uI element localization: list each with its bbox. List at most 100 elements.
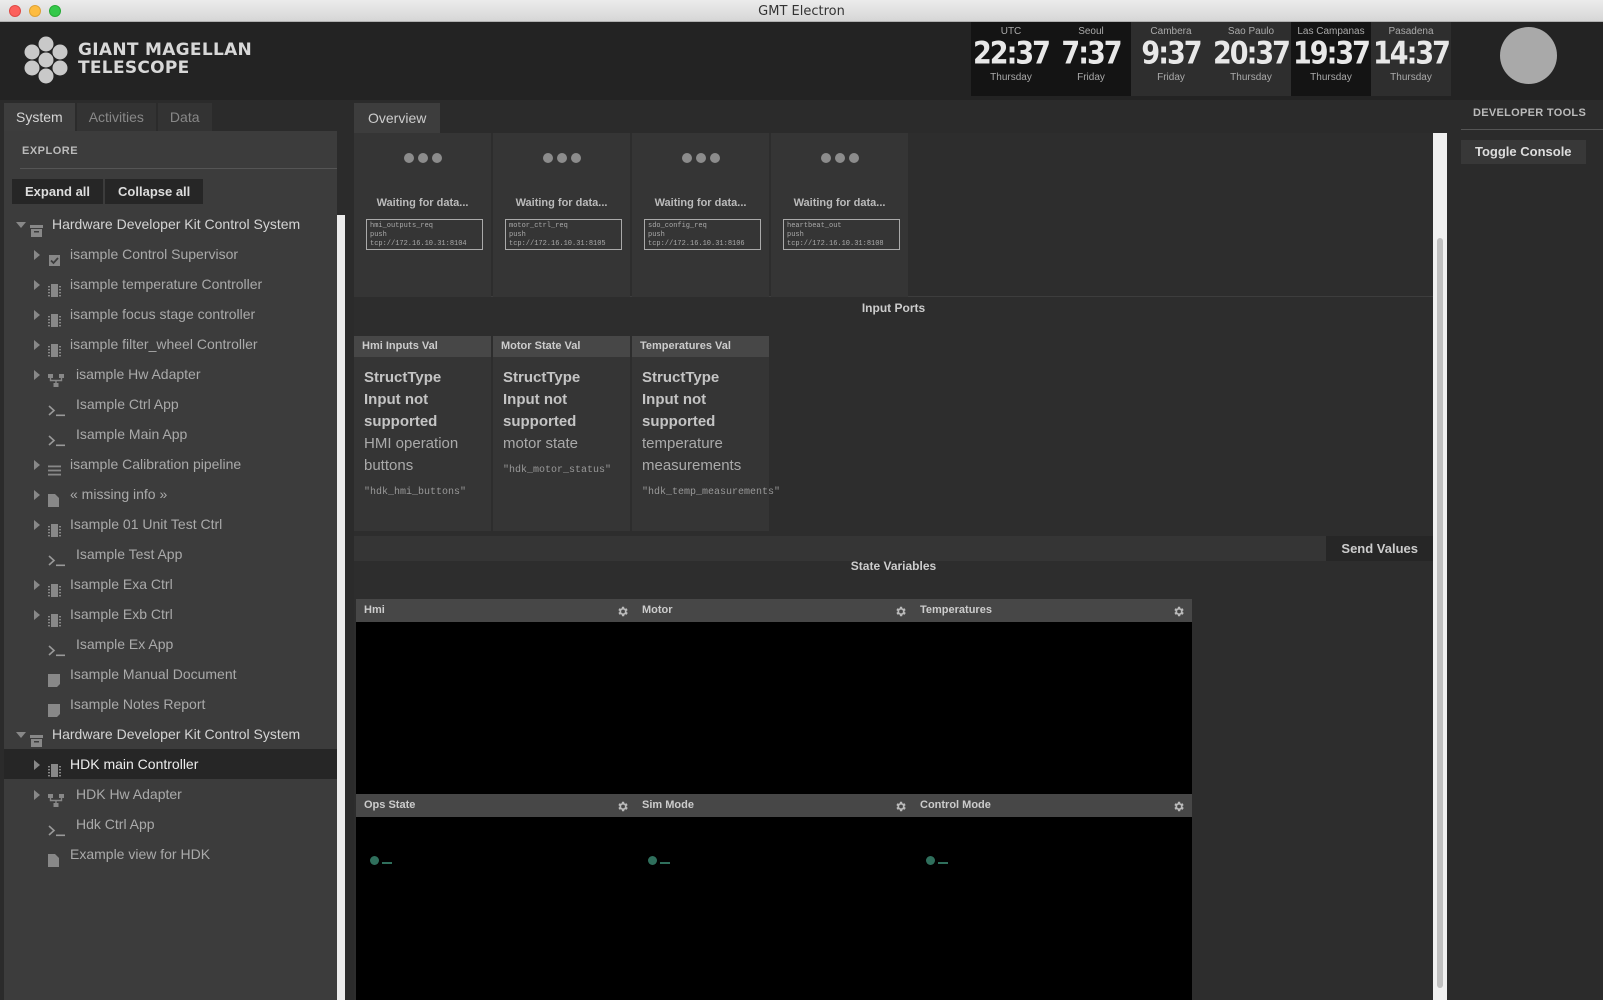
clock-time: 19:37 (1293, 35, 1371, 72)
status-led-icon (370, 856, 392, 865)
logo-line2: TELESCOPE (78, 58, 190, 78)
terminal-icon (48, 817, 65, 837)
tree-node[interactable]: isample Calibration pipeline (4, 449, 337, 479)
tree-node[interactable]: isample Control Supervisor (4, 239, 337, 269)
tab-overview[interactable]: Overview (354, 103, 441, 133)
tree-node-label: Isample Notes Report (70, 696, 206, 712)
tree-node[interactable]: Isample Main App (4, 419, 337, 449)
tab-system[interactable]: System (4, 103, 75, 131)
caret-down-icon[interactable] (16, 222, 26, 228)
tree-node[interactable]: isample temperature Controller (4, 269, 337, 299)
system-tree: Hardware Developer Kit Control System isa… (4, 209, 337, 869)
tree-node[interactable]: Isample Ctrl App (4, 389, 337, 419)
tree-node[interactable]: Example view for HDK (4, 839, 337, 869)
state-variable-header: Control Mode (912, 794, 1192, 817)
tab-activities[interactable]: Activities (76, 103, 156, 131)
collapse-all-button[interactable]: Collapse all (105, 179, 204, 204)
tree-node[interactable]: isample Hw Adapter (4, 359, 337, 389)
caret-right-icon[interactable] (34, 280, 40, 290)
caret-right-icon[interactable] (34, 250, 40, 260)
caret-right-icon[interactable] (34, 340, 40, 350)
gear-icon[interactable] (1172, 799, 1185, 812)
caret-right-icon[interactable] (34, 460, 40, 470)
left-scrollbar[interactable] (337, 215, 345, 1000)
tree-node[interactable]: Isample Exb Ctrl (4, 599, 337, 629)
tree-node[interactable]: Hdk Ctrl App (4, 809, 337, 839)
gear-icon[interactable] (616, 799, 629, 812)
tree-node[interactable]: isample filter_wheel Controller (4, 329, 337, 359)
caret-right-icon[interactable] (34, 490, 40, 500)
port-name: hmi_outputs_req (370, 222, 434, 230)
port-name: sdo_config_req (648, 222, 707, 230)
tree-node[interactable]: « missing info » (4, 479, 337, 509)
input-port-description: temperature (642, 435, 723, 452)
checkbox-icon (48, 247, 61, 266)
tree-node-label: Hardware Developer Kit Control System (52, 216, 301, 232)
tree-node[interactable]: isample focus stage controller (4, 299, 337, 329)
tree-node[interactable]: HDK Hw Adapter (4, 779, 337, 809)
caret-down-icon[interactable] (16, 732, 26, 738)
expand-all-button[interactable]: Expand all (12, 179, 104, 204)
gear-icon[interactable] (894, 604, 907, 617)
clock-las-campanas: Las Campanas 19:37 Thursday (1291, 22, 1371, 96)
input-port-note: Input not (503, 391, 568, 408)
input-port-note: supported (503, 413, 577, 430)
network-icon (48, 787, 64, 807)
tree-node[interactable]: HDK main Controller (4, 749, 337, 779)
output-ports: Waiting for data... hmi_outputs_req push tc… (354, 133, 1433, 297)
tree-root-node[interactable]: Hardware Developer Kit Control System (4, 209, 337, 239)
avatar[interactable] (1500, 27, 1557, 84)
gear-icon[interactable] (894, 799, 907, 812)
state-variable-body (912, 622, 1192, 794)
state-variable-panel: Motor (634, 599, 914, 794)
input-ports-title: Input Ports (861, 301, 926, 315)
chip-icon (48, 607, 61, 627)
input-port-type: StructType (642, 369, 720, 386)
tree-node[interactable]: Isample Manual Document (4, 659, 337, 689)
port-mode: push (370, 231, 387, 239)
caret-right-icon[interactable] (34, 520, 40, 530)
clock-time: 7:37 (1061, 35, 1122, 72)
output-port-card: Waiting for data... hmi_outputs_req push tc… (354, 133, 491, 297)
gear-icon[interactable] (1172, 604, 1185, 617)
tree-node-label: Isample Manual Document (70, 666, 237, 682)
tree-node[interactable]: Isample 01 Unit Test Ctrl (4, 509, 337, 539)
archive-icon (30, 217, 43, 237)
chip-icon (48, 337, 61, 357)
state-variable-body (912, 817, 1192, 1000)
caret-right-icon[interactable] (34, 580, 40, 590)
state-variable-header: Motor (634, 599, 914, 622)
caret-right-icon[interactable] (34, 370, 40, 380)
caret-right-icon[interactable] (34, 760, 40, 770)
port-url: tcp://172.16.10.31:8104 (370, 240, 467, 248)
waiting-status: Waiting for data... (654, 197, 747, 209)
state-variable-header: Ops State (356, 794, 636, 817)
archive-icon (30, 727, 43, 747)
port-address: hmi_outputs_req push tcp://172.16.10.31:81… (366, 219, 483, 250)
clock-time: 20:37 (1213, 35, 1291, 72)
center-scrollbar-thumb[interactable] (1437, 238, 1443, 988)
caret-right-icon[interactable] (34, 610, 40, 620)
tree-node[interactable]: Isample Notes Report (4, 689, 337, 719)
caret-right-icon[interactable] (34, 790, 40, 800)
clock-utc: UTC 22:37 Thursday (971, 22, 1051, 96)
explore-panel: EXPLORE Expand all Collapse all Hardware… (4, 131, 337, 1000)
tree-node[interactable]: Isample Exa Ctrl (4, 569, 337, 599)
port-mode: push (509, 231, 526, 239)
caret-right-icon[interactable] (34, 310, 40, 320)
port-address: motor_ctrl_req push tcp://172.16.10.31:810… (505, 219, 622, 250)
send-values-button[interactable]: Send Values (1326, 536, 1433, 561)
clock-time: 14:37 (1373, 35, 1451, 72)
tree-node[interactable]: Isample Test App (4, 539, 337, 569)
tab-data[interactable]: Data (157, 103, 212, 131)
tree-node-label: Isample Ex App (76, 636, 174, 652)
clock-time: 9:37 (1141, 35, 1202, 72)
toggle-console-button[interactable]: Toggle Console (1461, 140, 1586, 164)
send-bar: Send Values (354, 536, 1433, 561)
tree-node[interactable]: Isample Ex App (4, 629, 337, 659)
logo-text: GIANT MAGELLAN TELESCOPE (78, 41, 252, 77)
center-scrollbar[interactable] (1433, 133, 1447, 1000)
gear-icon[interactable] (616, 604, 629, 617)
tree-root-node[interactable]: Hardware Developer Kit Control System (4, 719, 337, 749)
chip-icon (48, 577, 61, 597)
